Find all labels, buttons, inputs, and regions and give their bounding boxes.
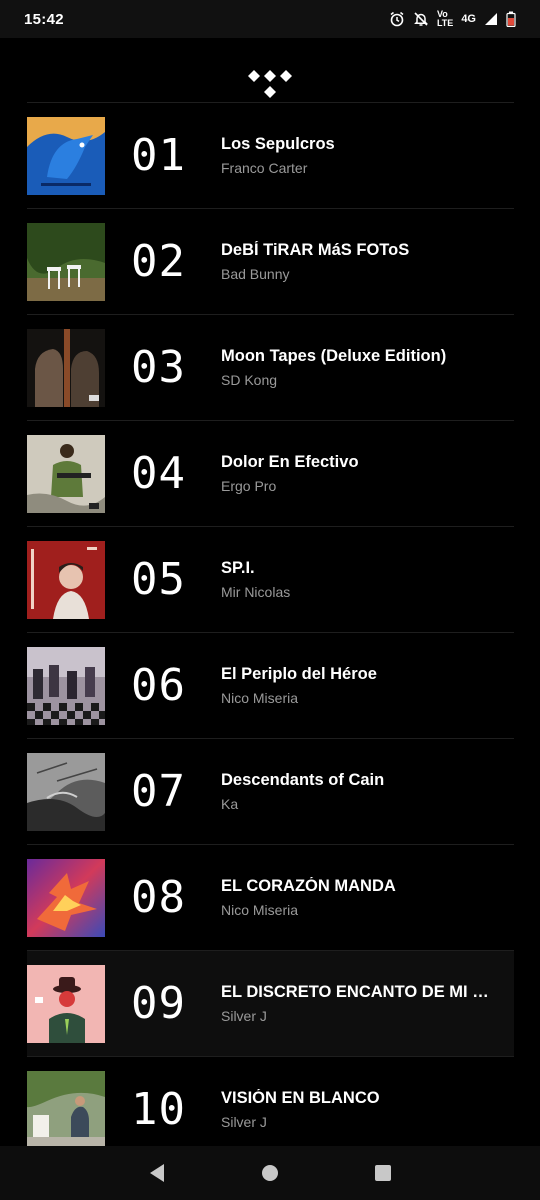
album-rank: 08 (131, 872, 186, 923)
album-cover (27, 858, 105, 937)
album-title: Dolor En Efectivo (221, 453, 359, 471)
back-button[interactable] (137, 1153, 177, 1193)
album-title: VISIÓN EN BLANCO (221, 1089, 380, 1107)
battery-icon (506, 11, 516, 27)
status-time: 15:42 (24, 10, 64, 28)
recents-icon (375, 1165, 392, 1181)
album-cover (27, 434, 105, 513)
status-icons: Vo LTE 4G (389, 10, 516, 28)
album-row[interactable]: 01 Los Sepulcros Franco Carter (27, 102, 514, 208)
album-artist[interactable]: Nico Miseria (221, 690, 494, 706)
status-bar: 15:42 Vo LTE 4G (0, 0, 540, 38)
album-rank: 09 (131, 978, 186, 1029)
album-cover (27, 964, 105, 1043)
album-row[interactable]: 06 El Periplo del Héroe Nico Miseria (27, 632, 514, 738)
album-rank: 01 (131, 130, 186, 181)
album-cover (27, 646, 105, 725)
album-artist[interactable]: Silver J (221, 1008, 494, 1024)
album-row[interactable]: 07 Descendants of Cain Ka (27, 738, 514, 844)
album-cover (27, 1070, 105, 1149)
album-list: 01 Los Sepulcros Franco Carter 02 DeBÍ T… (27, 102, 514, 1162)
album-artist[interactable]: Nico Miseria (221, 902, 494, 918)
album-rank: 04 (131, 448, 186, 499)
album-rank: 02 (131, 236, 186, 287)
volte-bottom: LTE (436, 18, 454, 28)
album-cover (27, 222, 105, 301)
album-title: SP.I. (221, 559, 255, 577)
volte-indicator: Vo LTE (437, 10, 453, 28)
album-title: Los Sepulcros (221, 135, 335, 153)
album-title: EL DISCRETO ENCANTO DE MI E... (221, 983, 494, 1001)
album-artist[interactable]: Silver J (221, 1114, 494, 1130)
back-icon (149, 1164, 164, 1182)
signal-icon (485, 13, 497, 25)
navigation-bar (0, 1146, 540, 1200)
home-icon (261, 1165, 278, 1181)
album-artist[interactable]: Ka (221, 796, 494, 812)
album-artist[interactable]: Mir Nicolas (221, 584, 494, 600)
album-row[interactable]: 02 DeBÍ TiRAR MáS FOToS Bad Bunny (27, 208, 514, 314)
album-row[interactable]: 09 EL DISCRETO ENCANTO DE MI E... Silver… (27, 950, 514, 1056)
album-cover (27, 328, 105, 407)
album-cover (27, 116, 105, 195)
album-artist[interactable]: Ergo Pro (221, 478, 494, 494)
notifications-off-icon (414, 12, 428, 26)
album-cover (27, 752, 105, 831)
album-rank: 07 (131, 766, 186, 817)
album-rank: 06 (131, 660, 186, 711)
album-artist[interactable]: Bad Bunny (221, 266, 494, 282)
recents-button[interactable] (363, 1153, 403, 1193)
album-cover (27, 540, 105, 619)
album-row[interactable]: 03 Moon Tapes (Deluxe Edition) SD Kong (27, 314, 514, 420)
album-rank: 03 (131, 342, 186, 393)
album-rank: 10 (131, 1084, 186, 1135)
album-title: DeBÍ TiRAR MáS FOToS (221, 241, 410, 259)
album-artist[interactable]: SD Kong (221, 372, 494, 388)
network-type: 4G (461, 13, 476, 25)
home-button[interactable] (250, 1153, 290, 1193)
tidal-logo[interactable] (246, 68, 294, 104)
album-row[interactable]: 08 EL CORAZÓN MANDA Nico Miseria (27, 844, 514, 950)
album-artist[interactable]: Franco Carter (221, 160, 494, 176)
album-title: Descendants of Cain (221, 771, 385, 789)
album-row[interactable]: 05 SP.I. Mir Nicolas (27, 526, 514, 632)
album-rank: 05 (131, 554, 186, 605)
album-row[interactable]: 04 Dolor En Efectivo Ergo Pro (27, 420, 514, 526)
album-title: EL CORAZÓN MANDA (221, 877, 396, 895)
album-title: El Periplo del Héroe (221, 665, 377, 683)
album-title: Moon Tapes (Deluxe Edition) (221, 347, 447, 365)
alarm-icon (390, 11, 404, 27)
